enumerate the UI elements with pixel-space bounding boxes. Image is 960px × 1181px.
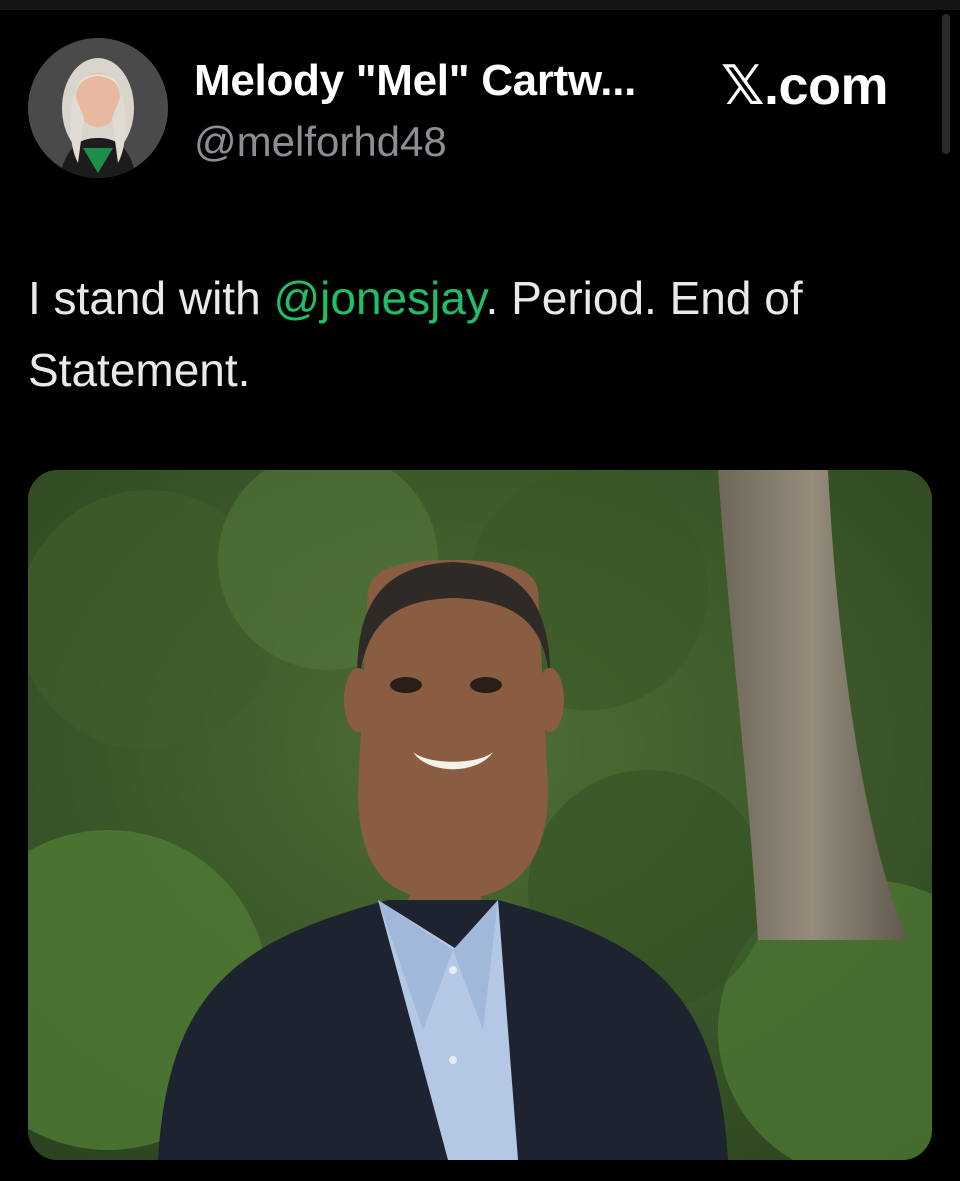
tweet-header: Melody "Mel" Cartw... @melforhd48 𝕏.com <box>28 38 928 178</box>
avatar-portrait <box>28 38 168 178</box>
scroll-indicator[interactable] <box>942 14 950 154</box>
source-logo: 𝕏.com <box>721 54 889 117</box>
x-logo-icon: 𝕏 <box>721 54 765 117</box>
source-domain-suffix: .com <box>764 56 889 116</box>
mention-link[interactable]: @jonesjay <box>273 272 485 324</box>
tweet-text: I stand with @jonesjay. Period. End of S… <box>28 262 938 406</box>
author-handle[interactable]: @melforhd48 <box>194 118 447 166</box>
media-photo <box>28 470 932 1160</box>
avatar[interactable] <box>28 38 168 178</box>
tweet-text-before: I stand with <box>28 272 274 324</box>
author-display-name[interactable]: Melody "Mel" Cartw... <box>194 56 636 106</box>
tweet-media-image[interactable] <box>28 470 932 1160</box>
top-edge <box>0 0 960 10</box>
